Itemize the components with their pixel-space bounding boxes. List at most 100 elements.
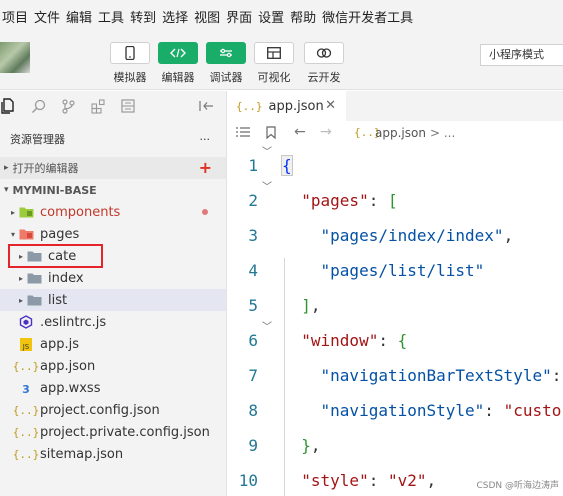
extensions-icon[interactable] [90,98,106,114]
line-number: 7 [248,366,258,385]
menu-item-view[interactable]: 视图 [194,7,220,26]
explorer-sidebar: 资源管理器 ··· ▸ 打开的编辑器 + ▾ MYMINI-BASE ▸ com… [0,91,227,496]
annotation-highlight-box [8,244,103,268]
more-actions-icon[interactable]: ··· [200,133,211,146]
menu-item-goto[interactable]: 转到 [130,7,156,26]
tree-item-index[interactable]: ▸ index [0,267,226,289]
json-icon: {..} [12,403,40,417]
search-icon[interactable] [30,98,46,114]
cloud-label: 云开发 [307,71,341,84]
code-editor: {..} app.json ✕ ← → {..} app.json > ... … [228,91,563,496]
tree-item-pages[interactable]: ▾ pages [0,223,226,245]
code-line: 1 ﹀ { [228,147,563,184]
tree-item-label: app.js [40,336,79,352]
tree-item-app-js[interactable]: JS app.js [0,333,226,355]
tree-item-label: app.json [40,358,96,374]
menu-item-wechat-devtools[interactable]: 微信开发者工具 [322,7,413,26]
json-icon: {..} [12,425,40,439]
tree-item-label: project.private.config.json [40,424,210,440]
tab-app-json[interactable]: {..} app.json ✕ [228,91,346,121]
cloud-icon[interactable] [304,42,344,64]
cloud-tool[interactable]: 云开发 [299,42,349,85]
source-control-icon[interactable] [60,98,76,114]
chevron-right-icon: ▸ [10,207,15,217]
code-icon[interactable] [158,42,198,64]
tree-item-label: list [48,292,68,308]
json-icon: {..} [12,447,40,461]
files-icon[interactable] [0,98,16,114]
tree-item-project-private-config[interactable]: {..} project.private.config.json [0,421,226,443]
fold-chevron-icon[interactable]: ﹀ [262,318,272,333]
forward-arrow-icon[interactable]: → [320,124,332,140]
json-icon: {..} [236,99,263,113]
code-line: 6 ﹀ "window": { [228,322,563,359]
tree-item-label: project.config.json [40,402,160,418]
breadcrumb-file[interactable]: app.json [375,126,426,140]
tree-item-project-config[interactable]: {..} project.config.json [0,399,226,421]
menu-bar: 项目 文件 编辑 工具 转到 选择 视图 界面 设置 帮助 微信开发者工具 [0,0,563,32]
code-line: 9 }, [228,429,563,464]
debug-icon[interactable] [206,42,246,64]
line-number: 6 [248,331,258,350]
tab-bar: {..} app.json ✕ [228,91,563,121]
menu-item-file[interactable]: 文件 [34,7,60,26]
tree-item-label: app.wxss [40,380,101,396]
menu-item-select[interactable]: 选择 [162,7,188,26]
phone-icon[interactable] [110,42,150,64]
tree-item-label: sitemap.json [40,446,124,462]
tree-item-list[interactable]: ▸ list [0,289,226,311]
mode-select[interactable]: 小程序模式 [480,44,563,66]
watermark: CSDN @听海边涛声 [476,481,559,491]
editor-tool[interactable]: 编辑器 [153,42,203,85]
tree-item-label: components [40,204,121,220]
project-section[interactable]: ▾ MYMINI-BASE [0,179,226,201]
back-arrow-icon[interactable]: ← [294,124,306,140]
menu-item-edit[interactable]: 编辑 [66,7,92,26]
svg-text:3: 3 [22,383,30,395]
tree-item-label: index [48,270,84,286]
list-icon[interactable] [236,126,250,141]
breadcrumb-more[interactable]: > ... [430,126,455,140]
code-line: 3 "pages/index/index", [228,219,563,254]
tree-item-components[interactable]: ▸ components [0,201,226,223]
code-text: "style": "v2", [301,471,437,490]
fold-chevron-icon[interactable]: ﹀ [262,178,272,193]
tree-item-eslintrc[interactable]: .eslintrc.js [0,311,226,333]
layout-icon[interactable] [254,42,294,64]
menu-item-settings[interactable]: 设置 [258,7,284,26]
code-text: "pages/list/list" [320,261,485,280]
avatar[interactable] [0,42,30,73]
folder-components-icon [18,205,34,219]
code-text: }, [301,436,321,455]
line-number: 9 [248,436,258,455]
simulator-tool[interactable]: 模拟器 [105,42,155,85]
code-line: 2 ﹀ "pages": [ [228,182,563,219]
fold-chevron-icon[interactable]: ﹀ [262,143,272,158]
menu-item-help[interactable]: 帮助 [290,7,316,26]
modified-dot [202,209,208,215]
menu-item-tools[interactable]: 工具 [98,7,124,26]
menu-item-interface[interactable]: 界面 [226,7,252,26]
menu-item-project[interactable]: 项目 [2,7,28,26]
open-editors-section[interactable]: ▸ 打开的编辑器 + [0,157,226,179]
close-icon[interactable]: ✕ [325,98,336,113]
svg-text:JS: JS [22,343,30,351]
code-text: "navigationStyle": "custo [320,401,562,420]
collapse-panel-icon[interactable] [198,98,214,114]
code-line: 8 "navigationStyle": "custo [228,394,563,429]
code-line: 5 ], [228,289,563,324]
visual-tool[interactable]: 可视化 [249,42,299,85]
add-icon[interactable]: + [199,158,212,177]
editor-label: 编辑器 [161,71,195,84]
debugger-tool[interactable]: 调试器 [201,42,251,85]
tree-item-app-wxss[interactable]: 3 app.wxss [0,377,226,399]
bookmark-icon[interactable] [266,126,276,142]
storage-icon[interactable] [120,98,136,114]
code-area[interactable]: 1 ﹀ { 2 ﹀ "pages": [ 3 "pages/index/inde… [228,147,563,496]
simulator-label: 模拟器 [113,71,147,84]
tree-item-app-json[interactable]: {..} app.json [0,355,226,377]
explorer-header: 资源管理器 ··· [0,121,226,157]
line-number: 2 [248,191,258,210]
code-text: "pages": [ [301,191,398,210]
tree-item-sitemap[interactable]: {..} sitemap.json [0,443,226,465]
